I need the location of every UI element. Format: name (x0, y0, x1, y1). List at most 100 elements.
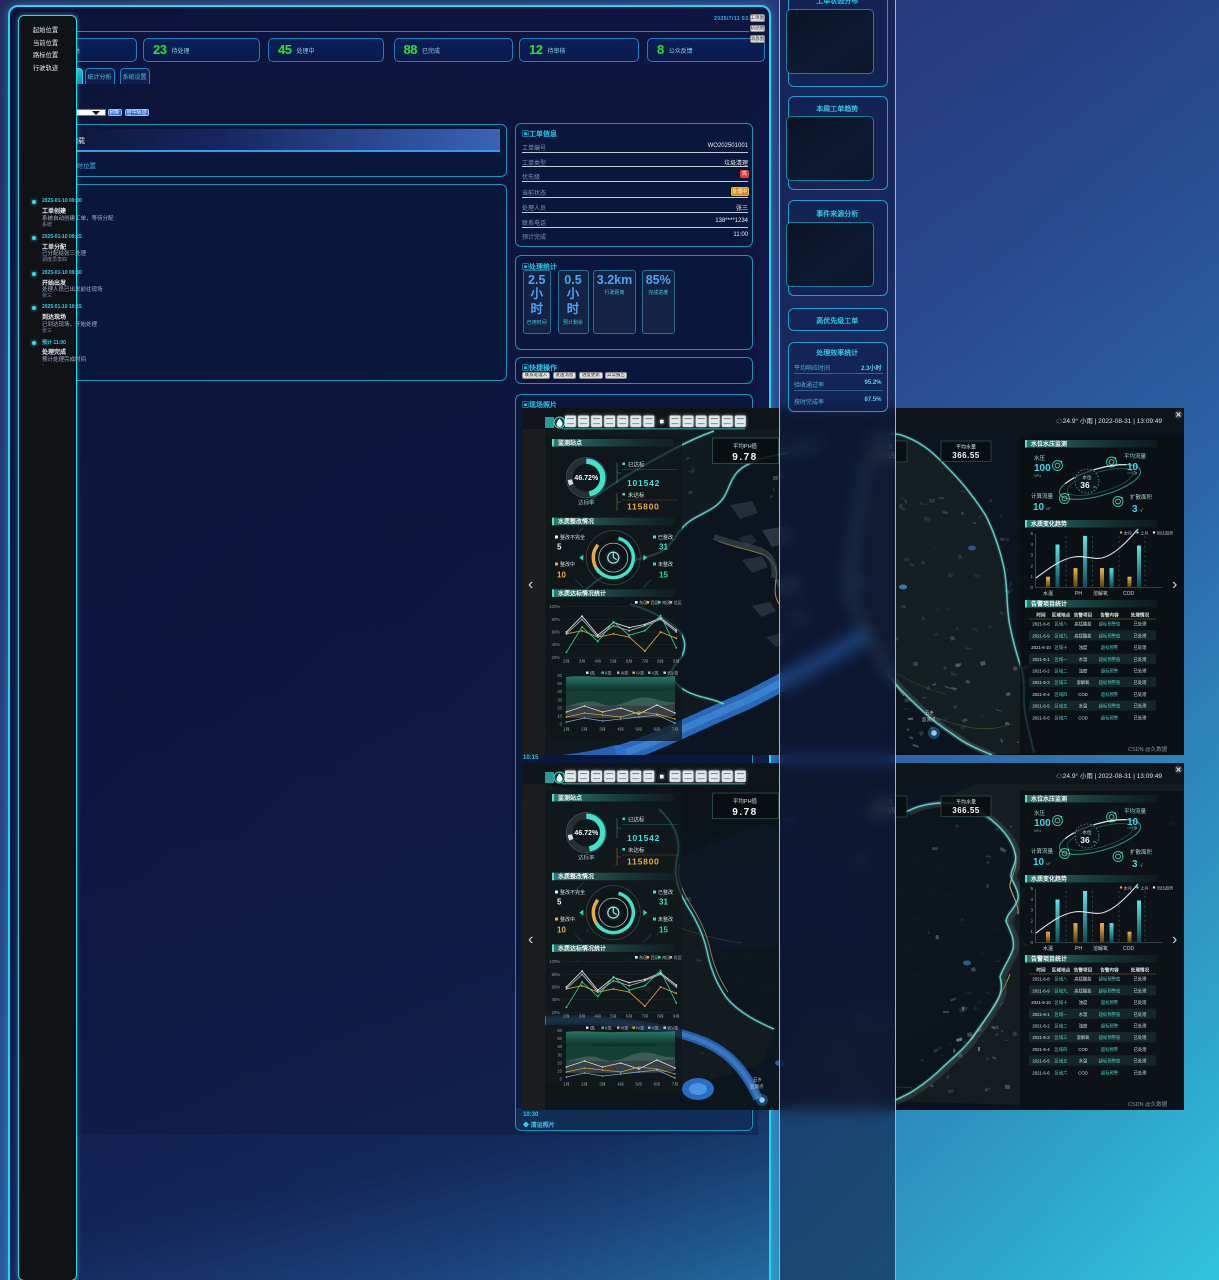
svg-text:已处理: 已处理 (1134, 621, 1148, 628)
svg-text:水压: 水压 (1034, 454, 1046, 462)
svg-text:已处理: 已处理 (1134, 679, 1148, 686)
svg-text:区域六: 区域六 (1055, 714, 1069, 721)
svg-text:水温: 水温 (1043, 945, 1053, 952)
svg-text:√: √ (1140, 507, 1143, 514)
svg-text:已处理: 已处理 (1134, 1011, 1148, 1018)
svg-text:2021-6-2: 2021-6-2 (1032, 1024, 1050, 1029)
svg-text:浊度: 浊度 (1079, 644, 1088, 651)
svg-text:告警项目统计: 告警项目统计 (1031, 600, 1067, 608)
svg-text:已处理: 已处理 (1134, 691, 1148, 698)
svg-text:PH: PH (1075, 946, 1082, 952)
svg-text:2021-6-3: 2021-6-3 (1032, 1035, 1050, 1040)
svg-text:31: 31 (659, 898, 668, 907)
svg-text:劣V类: 劣V类 (667, 1024, 679, 1031)
svg-text:监测站点: 监测站点 (558, 439, 582, 447)
svg-text:北区: 北区 (674, 599, 682, 606)
svg-text:已处理: 已处理 (1134, 1034, 1148, 1041)
svg-text:2021-6-4: 2021-6-4 (1032, 692, 1050, 697)
svg-text:›: › (1172, 576, 1177, 593)
svg-text:40%: 40% (552, 642, 561, 647)
svg-text:2021-6-1: 2021-6-1 (1032, 1012, 1050, 1017)
svg-text:2021-6-10: 2021-6-10 (1031, 1000, 1051, 1005)
svg-text:水压: 水压 (1034, 809, 1046, 817)
svg-text:☁24.9° 小雨 | 2022-08-31 |: ☁24.9° 小雨 | 2022-08-31 | 13:09:49 (1056, 416, 1162, 425)
svg-text:超标预警值: 超标预警值 (1099, 703, 1121, 710)
svg-text:2021-6-9: 2021-6-9 (1032, 633, 1050, 638)
svg-text:100: 100 (1034, 818, 1051, 829)
svg-text:M³: M³ (1046, 506, 1051, 511)
svg-text:超标预警值: 超标预警值 (1099, 621, 1121, 628)
svg-text:10: 10 (1127, 462, 1139, 473)
svg-text:已整改: 已整改 (658, 534, 673, 541)
svg-text:COD: COD (1078, 1070, 1088, 1075)
svg-text:水位水压监测: 水位水压监测 (1031, 795, 1067, 803)
svg-text:扩散面积: 扩散面积 (1130, 493, 1153, 501)
svg-text:III类: III类 (621, 669, 629, 676)
svg-text:已达标: 已达标 (628, 461, 645, 469)
svg-text:366.55: 366.55 (952, 451, 980, 460)
svg-text:2021-6-5: 2021-6-5 (1032, 704, 1050, 709)
svg-text:扩散面积: 扩散面积 (1130, 848, 1153, 856)
svg-text:5: 5 (557, 543, 562, 552)
svg-text:V类: V类 (652, 1024, 660, 1031)
svg-text:10: 10 (1033, 502, 1045, 513)
svg-text:区域六: 区域六 (1055, 1069, 1069, 1076)
svg-text:区域五: 区域五 (1055, 703, 1069, 709)
svg-text:已处理: 已处理 (1134, 1069, 1148, 1076)
svg-text:区域二: 区域二 (1055, 668, 1069, 674)
svg-text:超标预警: 超标预警 (1101, 644, 1119, 651)
svg-text:9.78: 9.78 (732, 807, 757, 818)
svg-text:告警内容: 告警内容 (1100, 612, 1119, 619)
svg-text:60: 60 (557, 1028, 562, 1033)
svg-text:超标预警: 超标预警 (1101, 714, 1119, 721)
svg-text:已处理: 已处理 (1134, 644, 1148, 651)
svg-text:36: 36 (1080, 835, 1090, 845)
svg-text:东区: 东区 (639, 954, 647, 960)
svg-text:20: 20 (557, 705, 562, 710)
svg-text:区域三: 区域三 (1055, 1034, 1069, 1040)
svg-text:IV类: IV类 (636, 1024, 645, 1031)
svg-text:m: m (1093, 485, 1096, 489)
svg-text:超标预警: 超标预警 (1101, 1069, 1119, 1076)
svg-text:5: 5 (557, 898, 562, 907)
svg-text:超标预警值: 超标预警值 (1099, 1034, 1121, 1041)
svg-text:100%: 100% (549, 604, 560, 609)
svg-text:46.72%: 46.72% (574, 475, 599, 482)
svg-text:本月: 本月 (1124, 885, 1132, 892)
svg-text:80%: 80% (552, 972, 561, 977)
svg-text:区域五: 区域五 (1055, 1058, 1069, 1064)
svg-text:10: 10 (1127, 817, 1139, 828)
svg-text:CSDN @久数据: CSDN @久数据 (1128, 1100, 1168, 1108)
svg-text:平均PH值: 平均PH值 (733, 442, 758, 450)
svg-text:30: 30 (557, 1052, 562, 1057)
svg-text:区域四: 区域四 (1055, 1046, 1068, 1052)
svg-text:上月: 上月 (1140, 530, 1148, 537)
svg-text:超标预警: 超标预警 (1101, 691, 1119, 698)
svg-text:浊度: 浊度 (1079, 999, 1088, 1006)
svg-text:超标预警值: 超标预警值 (1099, 632, 1121, 639)
svg-text:告警项目统计: 告警项目统计 (1031, 955, 1067, 963)
svg-text:监测点: 监测点 (922, 716, 936, 723)
svg-text:已处理: 已处理 (1134, 668, 1148, 675)
svg-text:已处理: 已处理 (1134, 1058, 1148, 1065)
svg-text:超标预警值: 超标预警值 (1099, 987, 1121, 994)
svg-text:北区: 北区 (674, 954, 682, 961)
svg-text:计算流量: 计算流量 (1031, 847, 1054, 855)
svg-text:区域四: 区域四 (1055, 691, 1068, 697)
svg-text:浊度: 浊度 (1079, 668, 1088, 675)
svg-text:101542: 101542 (627, 478, 660, 488)
svg-text:2021-6-8: 2021-6-8 (1032, 622, 1050, 627)
svg-text:超标预警: 超标预警 (1101, 1046, 1119, 1053)
svg-text:南区: 南区 (662, 954, 670, 960)
svg-text:区域一: 区域一 (1055, 656, 1069, 662)
svg-text:100%: 100% (549, 959, 560, 964)
svg-text:已处理: 已处理 (1134, 703, 1148, 710)
svg-text:整改不完全: 整改不完全 (560, 889, 585, 896)
svg-text:区域地点: 区域地点 (1052, 612, 1071, 619)
svg-text:监测点: 监测点 (750, 1083, 764, 1090)
svg-text:30: 30 (557, 697, 562, 702)
svg-text:达标率: 达标率 (578, 499, 595, 507)
svg-text:未达标: 未达标 (628, 846, 645, 854)
svg-text:告警项目: 告警项目 (1074, 967, 1092, 974)
svg-text:水质达标情况统计: 水质达标情况统计 (558, 944, 606, 952)
